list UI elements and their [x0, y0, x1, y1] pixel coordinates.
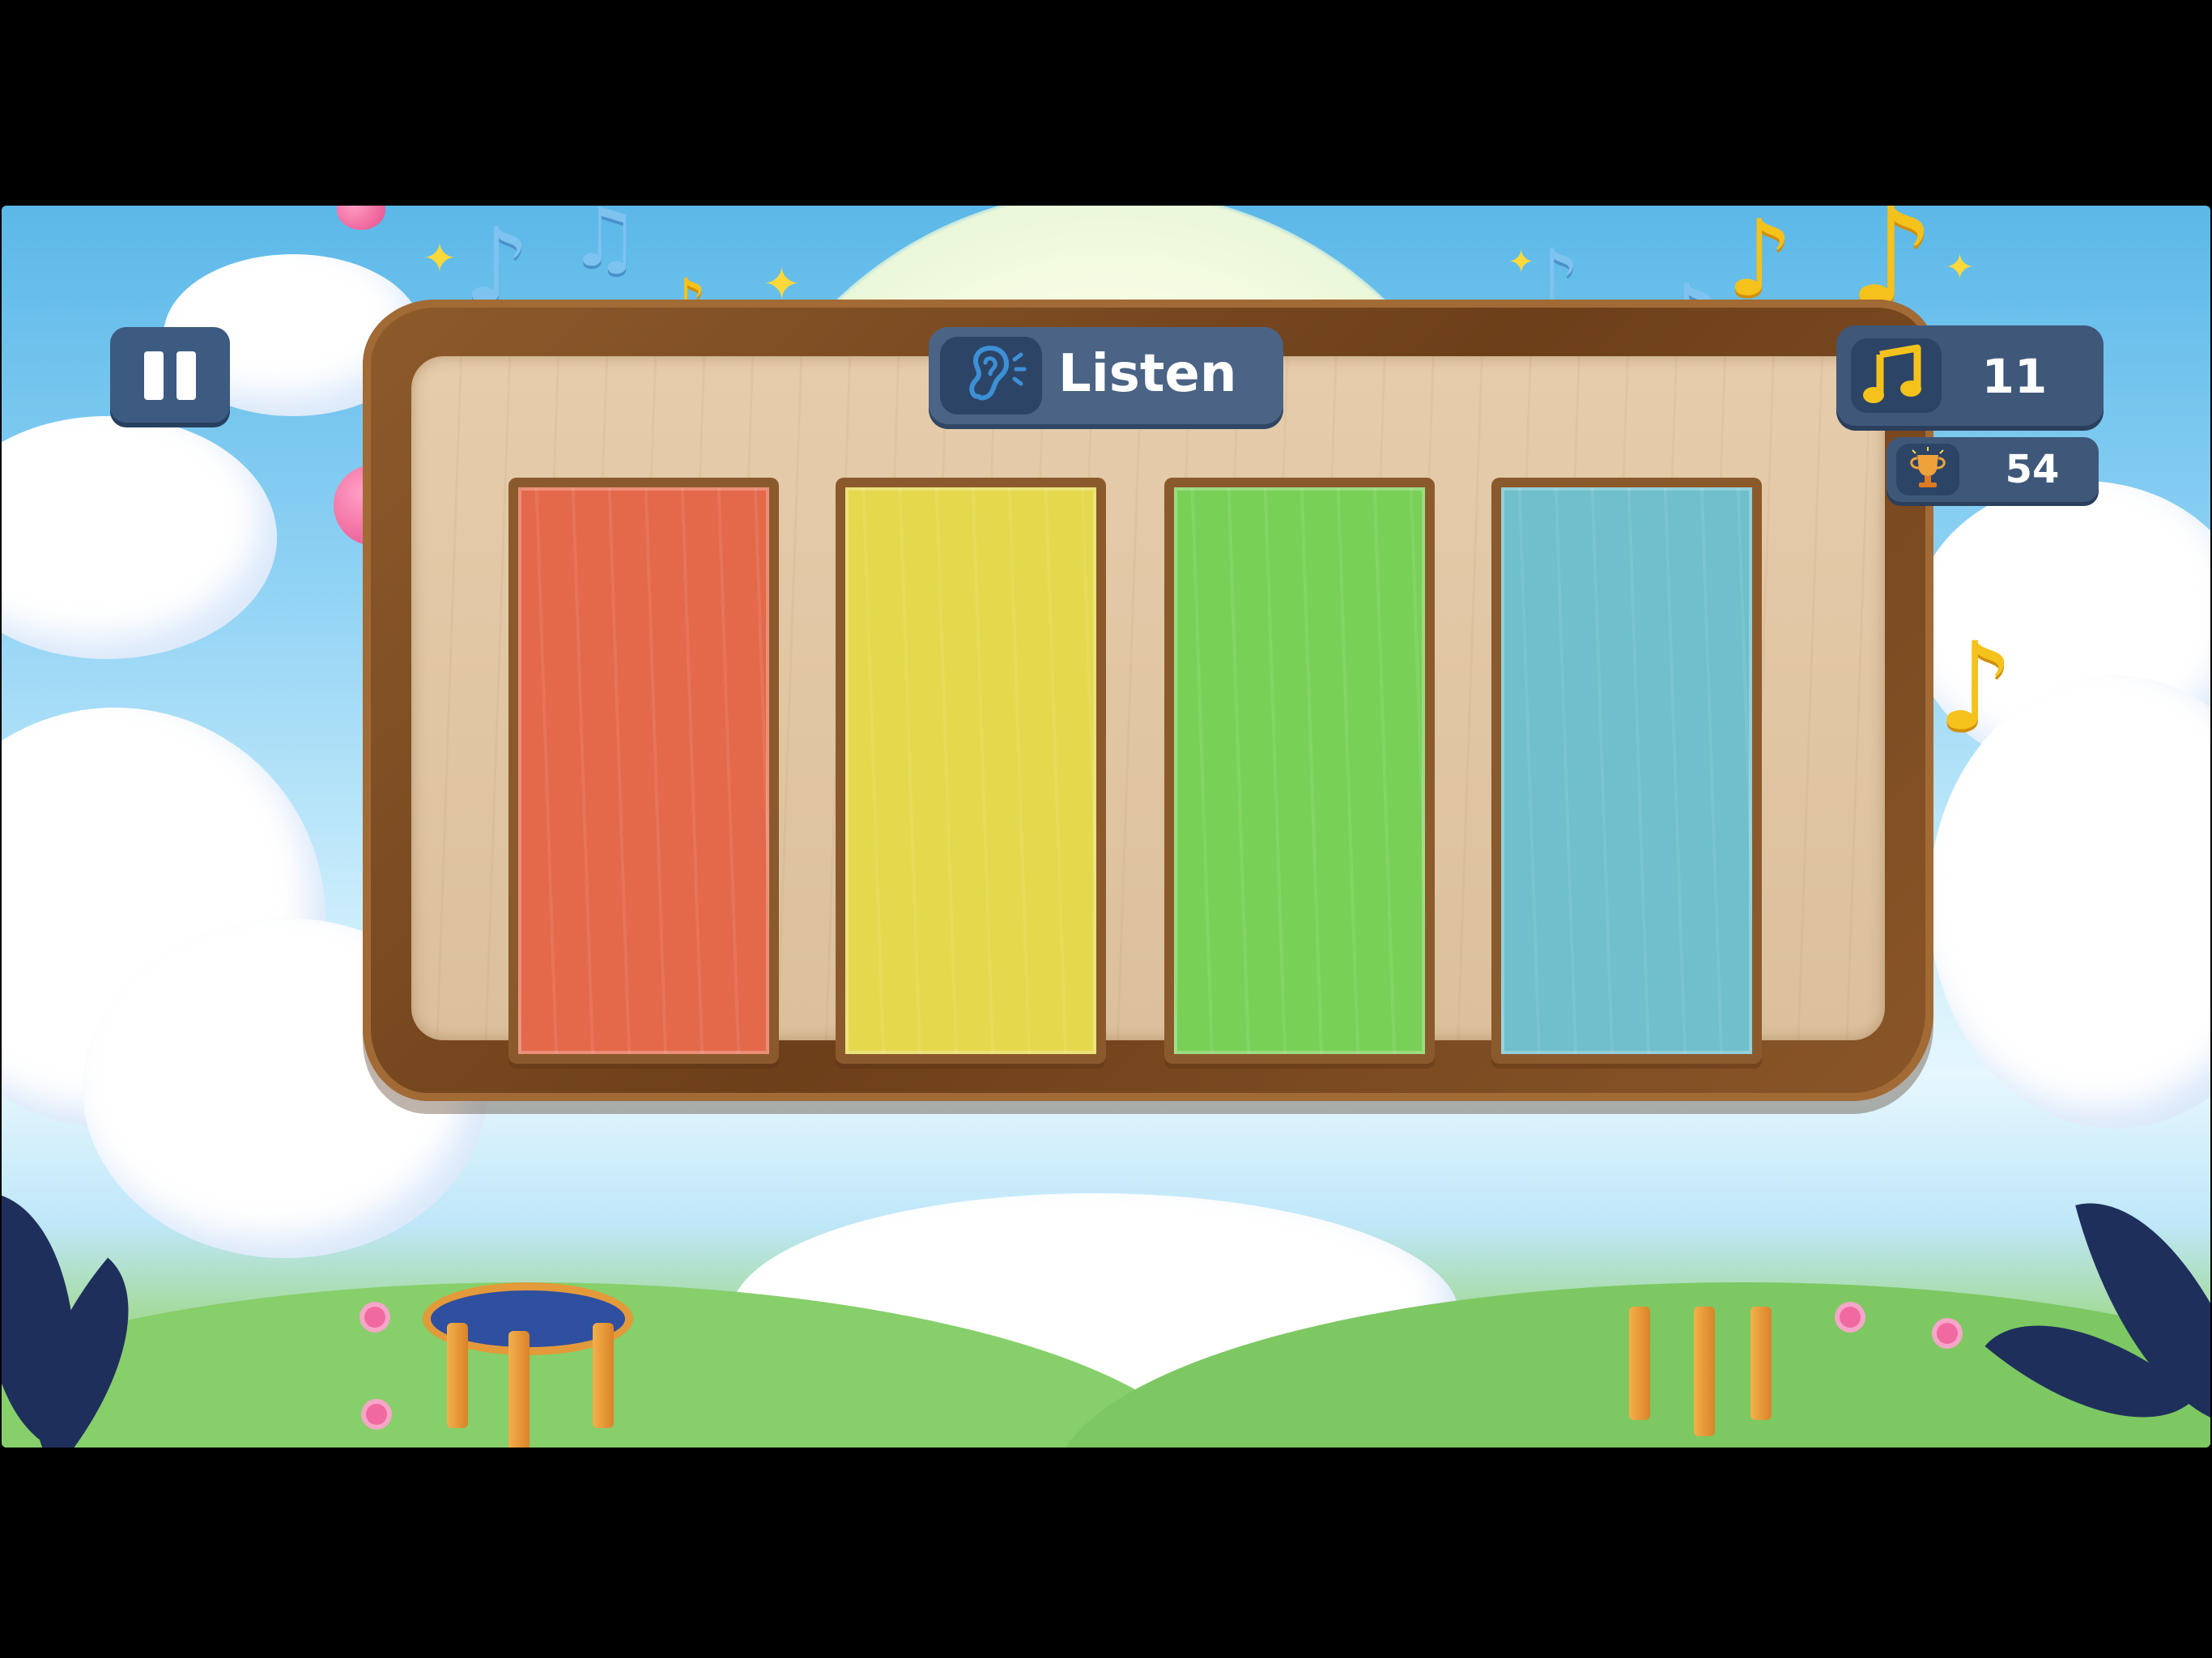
music-note-icon — [1863, 344, 1921, 403]
screen: ♪ ♫ ♪ ♫ ♪ ♪ ♪ ♪ ♪ ✦ ✦ ✦ ✦ ✦ ✦ ✦ — [0, 0, 2212, 1658]
ear-icon — [969, 345, 1027, 401]
xylophone-key-yellow[interactable] — [836, 478, 1106, 1064]
trophy-icon — [1910, 447, 1946, 487]
xylophone-key-green[interactable] — [1164, 478, 1435, 1064]
notes-counter: 11 — [1836, 325, 2104, 426]
music-note-icon: ♫ — [568, 206, 641, 285]
flower — [366, 1404, 387, 1425]
flower — [364, 1307, 385, 1328]
stool-leg — [1629, 1307, 1650, 1420]
board-plank — [411, 356, 1885, 1064]
stool-leg — [1694, 1307, 1715, 1436]
listen-icon-box — [940, 337, 1042, 414]
listen-button[interactable]: Listen — [929, 327, 1283, 424]
pause-bar-left — [144, 351, 164, 400]
stool-leg — [593, 1323, 614, 1428]
stool-leg — [447, 1323, 468, 1428]
balloon — [337, 206, 385, 230]
notes-count: 11 — [1981, 349, 2048, 404]
sparkle-icon: ✦ — [423, 235, 457, 282]
listen-label: Listen — [1058, 344, 1237, 404]
xylophone-key-red[interactable] — [508, 478, 779, 1064]
sparkle-icon: ✦ — [1945, 247, 1975, 288]
stool-leg — [1750, 1307, 1772, 1420]
pause-bar-right — [177, 351, 196, 400]
stool-leg — [508, 1331, 530, 1448]
trophy-score: 54 — [2005, 447, 2060, 492]
flower — [1937, 1323, 1958, 1344]
music-note-icon: ♪ — [1726, 206, 1793, 320]
flower — [1840, 1307, 1861, 1328]
cloud — [2, 416, 277, 659]
music-note-icon: ♪ — [1937, 617, 2014, 758]
notes-icon-box — [1851, 338, 1942, 413]
trophy-icon-box — [1896, 444, 1959, 495]
trophy-score-counter: 54 — [1887, 437, 2099, 502]
sparkle-icon: ✦ — [1508, 244, 1535, 281]
pause-button[interactable] — [110, 327, 230, 423]
xylophone-key-blue[interactable] — [1491, 478, 1762, 1064]
